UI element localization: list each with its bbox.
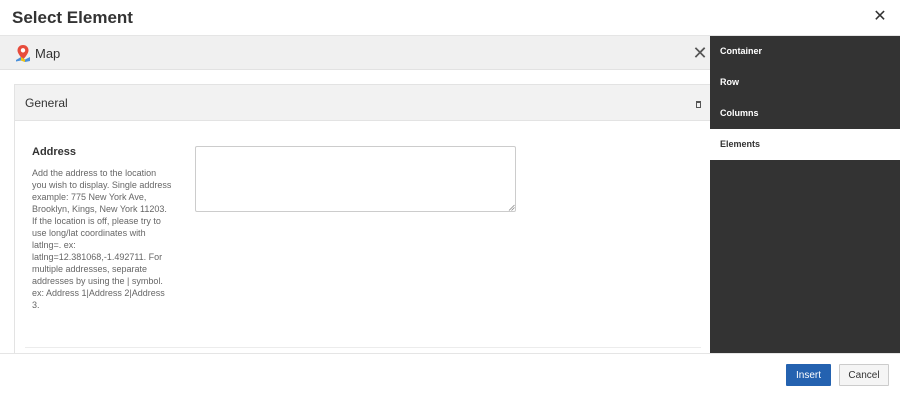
remove-element-icon[interactable]: ✕ xyxy=(692,44,708,62)
element-bar: Map ✕ xyxy=(0,36,710,70)
dialog-footer: Insert Cancel xyxy=(0,353,900,396)
cancel-button[interactable]: Cancel xyxy=(839,364,889,386)
general-panel: General Address Add the address to the l… xyxy=(14,84,710,353)
address-help-text: Add the address to the location you wish… xyxy=(32,168,172,310)
dialog-header: Select Element ✕ xyxy=(0,0,900,36)
element-label: Map xyxy=(35,46,61,61)
panel-title: General xyxy=(25,96,68,110)
divider xyxy=(25,347,701,348)
dialog-title: Select Element xyxy=(12,8,133,27)
select-element-dialog: Select Element ✕ Map ✕ General Address A… xyxy=(0,0,900,396)
sidebar-item-columns[interactable]: Columns xyxy=(710,98,900,129)
close-icon[interactable]: ✕ xyxy=(872,9,888,25)
resize-grip-icon[interactable] xyxy=(508,204,515,211)
element-type-sidebar: Container Row Columns Elements xyxy=(710,36,900,353)
panel-header[interactable]: General xyxy=(15,85,710,121)
dialog-content: Map ✕ General Address Add the address to… xyxy=(0,36,710,353)
address-input[interactable] xyxy=(195,146,516,212)
sidebar-item-container[interactable]: Container xyxy=(710,36,900,67)
sidebar-item-row[interactable]: Row xyxy=(710,67,900,98)
insert-button[interactable]: Insert xyxy=(786,364,831,386)
map-pin-icon xyxy=(16,45,30,62)
sidebar-item-elements[interactable]: Elements xyxy=(710,129,900,160)
address-label: Address xyxy=(32,146,77,158)
collapse-icon[interactable] xyxy=(696,101,701,108)
